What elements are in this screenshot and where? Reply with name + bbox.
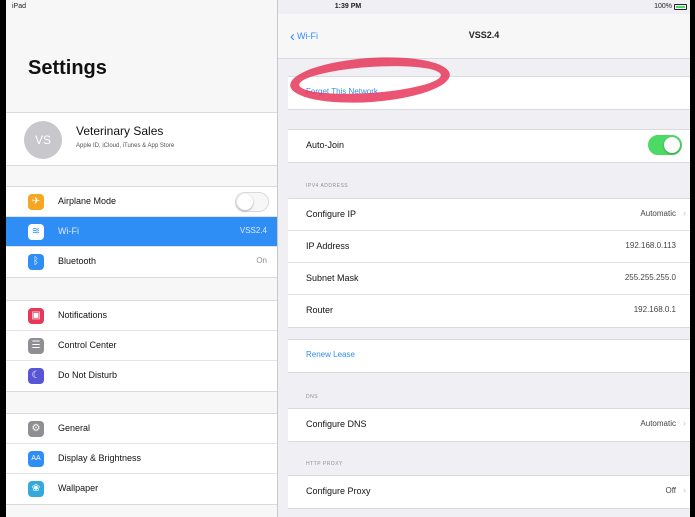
sidebar-item-label: Display & Brightness [58,453,142,463]
status-time: 1:39 PM [334,3,362,10]
sidebar-item-label: Notifications [58,310,108,320]
sidebar-item-wifi[interactable]: ≋ Wi-Fi VSS2.4 [6,217,277,247]
sidebar-item-label: Wallpaper [58,483,99,493]
sidebar-item-label: Control Center [58,340,117,350]
airplane-mode-toggle[interactable] [235,192,269,212]
sidebar-item-wallpaper[interactable]: ❀ Wallpaper [6,474,277,504]
sidebar-item-do-not-disturb[interactable]: ☾ Do Not Disturb [6,361,277,391]
wifi-icon: ≋ [28,224,44,240]
brightness-icon: AA [28,451,44,467]
ip-address-row: IP Address 192.168.0.113 [288,231,690,263]
bluetooth-icon: ᛒ [28,254,44,270]
renew-lease-button[interactable]: Renew Lease [288,340,690,372]
auto-join-group: Auto-Join [288,129,690,163]
battery-percent: 100% [654,3,672,10]
profile-subtitle: Apple ID, iCloud, iTunes & App Store [76,143,175,149]
airplane-icon: ✈ [28,194,44,210]
router-row: Router 192.168.0.1 [288,295,690,327]
sidebar-group-general: ⚙ General AA Display & Brightness ❀ Wall… [6,413,277,505]
profile-name: Veterinary Sales [76,124,164,138]
wifi-network-value: VSS2.4 [239,226,267,235]
sidebar-group-notifications: ▣ Notifications ☰ Control Center ☾ Do No… [6,300,277,392]
status-bar: iPad 1:39 PM 100% [6,0,690,14]
dns-group: Configure DNS Automatic › [288,408,690,442]
subnet-mask-row: Subnet Mask 255.255.255.0 [288,263,690,295]
wifi-detail-pane: ‹ Wi-Fi VSS2.4 Forget This Network Auto-J… [278,14,690,517]
sidebar-item-label: Do Not Disturb [58,370,118,380]
proxy-group: Configure Proxy Off › [288,475,690,509]
sidebar-item-label: Wi-Fi [58,226,79,236]
renew-lease-label: Renew Lease [306,350,355,359]
configure-dns-value: Automatic [640,419,676,428]
sidebar-title: Settings [28,57,107,79]
page-title: VSS2.4 [468,30,500,40]
battery-icon [674,4,687,10]
auto-join-row: Auto-Join [288,130,690,162]
control-center-icon: ☰ [28,338,44,354]
ipad-screen: Settings VS Veterinary Sales Apple ID, i… [6,0,690,517]
configure-ip-row[interactable]: Configure IP Automatic › [288,199,690,231]
sidebar-item-control-center[interactable]: ☰ Control Center [6,331,277,361]
sidebar-item-label: Bluetooth [58,256,97,266]
subnet-mask-value: 255.255.255.0 [624,273,676,282]
chevron-right-icon: › [683,418,686,428]
renew-lease-group: Renew Lease [288,339,690,373]
sidebar-item-general[interactable]: ⚙ General [6,414,277,444]
configure-ip-value: Automatic [640,209,676,218]
configure-proxy-row[interactable]: Configure Proxy Off › [288,476,690,508]
router-label: Router [306,305,334,315]
ip-address-label: IP Address [306,241,350,251]
notifications-icon: ▣ [28,308,44,324]
apple-id-profile[interactable]: VS Veterinary Sales Apple ID, iCloud, iT… [6,112,277,166]
auto-join-toggle[interactable] [648,135,682,155]
bluetooth-value: On [256,256,267,265]
sidebar-group-connectivity: ✈ Airplane Mode ≋ Wi-Fi VSS2.4 ᛒ Bluetoo… [6,186,277,278]
router-value: 192.168.0.1 [633,305,676,314]
configure-proxy-label: Configure Proxy [306,486,371,496]
auto-join-label: Auto-Join [306,140,345,150]
navigation-bar: ‹ Wi-Fi VSS2.4 [278,14,690,59]
sidebar-item-airplane-mode[interactable]: ✈ Airplane Mode [6,187,277,217]
wallpaper-icon: ❀ [28,481,44,497]
avatar: VS [24,121,62,159]
sidebar-item-label: Airplane Mode [58,196,117,206]
ipv4-group: Configure IP Automatic › IP Address 192.… [288,198,690,328]
configure-ip-label: Configure IP [306,209,357,219]
subnet-mask-label: Subnet Mask [306,273,359,283]
ip-address-value: 192.168.0.113 [625,241,676,250]
proxy-section-header: HTTP PROXY [306,461,343,467]
dns-section-header: DNS [306,394,319,400]
sidebar-item-display-brightness[interactable]: AA Display & Brightness [6,444,277,474]
ipv4-section-header: IPV4 ADDRESS [306,183,349,189]
sidebar-item-notifications[interactable]: ▣ Notifications [6,301,277,331]
settings-sidebar: Settings VS Veterinary Sales Apple ID, i… [6,0,278,517]
sidebar-item-bluetooth[interactable]: ᛒ Bluetooth On [6,247,277,277]
sidebar-item-label: General [58,423,91,433]
configure-proxy-value: Off [665,486,676,495]
configure-dns-row[interactable]: Configure DNS Automatic › [288,409,690,441]
chevron-right-icon: › [683,485,686,495]
gear-icon: ⚙ [28,421,44,437]
configure-dns-label: Configure DNS [306,419,367,429]
moon-icon: ☾ [28,368,44,384]
chevron-right-icon: › [683,208,686,218]
